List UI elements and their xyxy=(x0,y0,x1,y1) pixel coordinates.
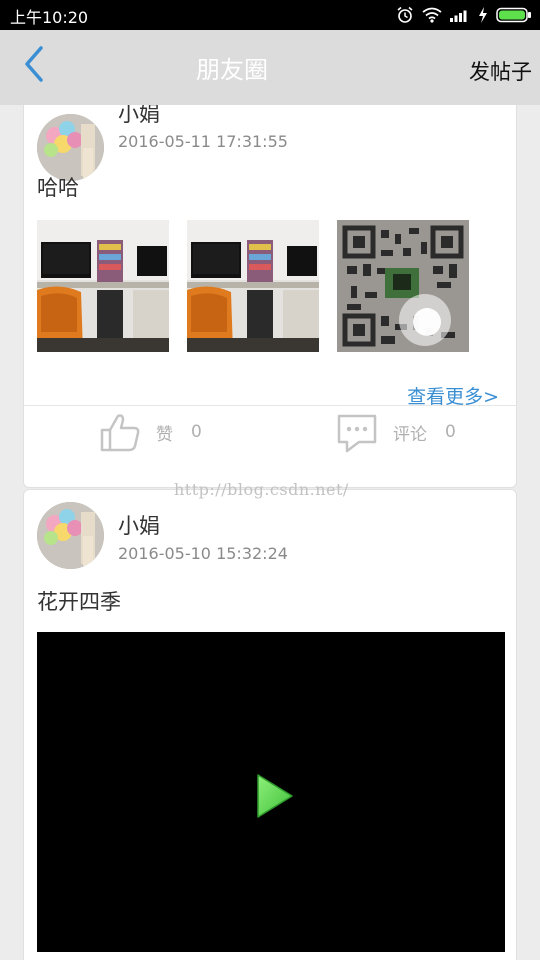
thumbs-up-icon xyxy=(100,414,140,452)
signal-icon xyxy=(450,10,467,22)
like-button[interactable]: 赞 0 xyxy=(98,406,202,458)
post-text: 花开四季 xyxy=(37,590,121,614)
title-bar: 朋友圈 发帖子 xyxy=(0,30,540,105)
like-count: 0 xyxy=(191,422,202,442)
post-timestamp: 2016-05-11 17:31:55 xyxy=(118,132,288,151)
status-bar: 上午10:20 xyxy=(0,0,540,30)
qr-code-image xyxy=(337,220,469,352)
post-image[interactable] xyxy=(37,220,169,352)
post-text: 哈哈 xyxy=(37,176,79,200)
comment-count: 0 xyxy=(445,422,456,442)
post-card: 小娟 2016-05-11 17:31:55 哈哈 查看更多> 赞 0 评论 0 xyxy=(23,105,517,488)
user-name[interactable]: 小娟 xyxy=(118,510,160,540)
alarm-icon xyxy=(397,6,413,23)
battery-icon xyxy=(496,7,531,23)
post-image[interactable] xyxy=(187,220,319,352)
avatar-image xyxy=(37,114,104,181)
status-icons xyxy=(396,6,532,24)
comment-label: 评论 xyxy=(393,424,427,445)
watermark: http://blog.csdn.net/ xyxy=(174,480,349,499)
user-name[interactable]: 小娟 xyxy=(118,105,160,128)
moments-feed[interactable]: 小娟 2016-05-11 17:31:55 哈哈 查看更多> 赞 0 评论 0… xyxy=(0,105,540,960)
avatar-image xyxy=(37,502,104,569)
video-player[interactable] xyxy=(37,632,505,952)
post-card: 小娟 2016-05-10 15:32:24 花开四季 xyxy=(23,489,517,960)
avatar[interactable] xyxy=(37,502,104,569)
office-photo-image xyxy=(187,220,319,352)
comment-icon xyxy=(337,414,377,453)
new-post-button[interactable]: 发帖子 xyxy=(469,56,532,86)
status-time: 上午10:20 xyxy=(10,8,89,27)
office-photo-image xyxy=(37,220,169,352)
avatar[interactable] xyxy=(37,114,104,181)
play-icon[interactable] xyxy=(255,772,295,820)
post-image[interactable] xyxy=(337,220,469,352)
post-timestamp: 2016-05-10 15:32:24 xyxy=(118,544,288,563)
like-label: 赞 xyxy=(156,424,173,445)
page-title: 朋友圈 xyxy=(196,56,268,84)
comment-button[interactable]: 评论 0 xyxy=(335,406,456,458)
wifi-icon xyxy=(422,7,442,23)
charging-icon xyxy=(479,7,487,23)
